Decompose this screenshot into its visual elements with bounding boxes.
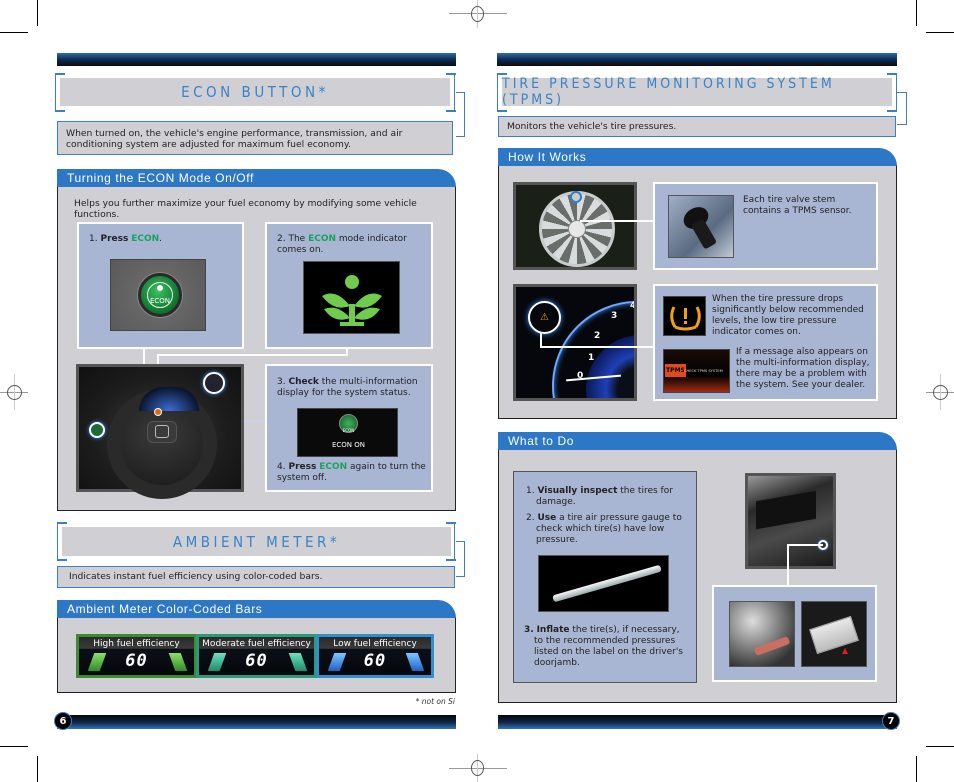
low-tire-pressure-icon <box>663 296 706 336</box>
econ-title: ECON BUTTON* <box>60 78 450 106</box>
ambient-title: AMBIENT METER* <box>62 527 451 556</box>
econ-keyword: ECON <box>308 234 336 244</box>
meter-moderate: Moderate fuel efficiency 60 <box>196 634 317 678</box>
tire-label-photo <box>801 601 867 667</box>
top-banner-left <box>57 53 456 66</box>
registration-mark <box>0 374 28 410</box>
econ-display-icon: ECON <box>339 414 358 433</box>
ambient-description: Indicates instant fuel efficiency using … <box>57 566 455 588</box>
label-photos-card <box>712 585 877 682</box>
crop-mark <box>37 0 38 26</box>
ambient-panel-heading: Ambient Meter Color-Coded Bars <box>57 600 456 618</box>
meter-low: Low fuel efficiency 60 <box>316 634 434 678</box>
tpms-title: TIRE PRESSURE MONITORING SYSTEM (TPMS) <box>502 76 892 108</box>
tpms-description: Monitors the vehicle's tire pressures. <box>498 116 896 137</box>
footnote: * not on Si <box>415 697 455 706</box>
indicator-card: When the tire pressure drops significant… <box>653 284 878 401</box>
econ-leaf-icon <box>322 275 382 326</box>
crop-mark <box>926 746 954 747</box>
bottom-banner-left <box>57 715 456 729</box>
valve-highlight-circle <box>570 191 582 203</box>
tire-inflation-photo <box>729 601 795 667</box>
indicator-text: When the tire pressure drops significant… <box>712 294 864 337</box>
sensor-text: Each tire valve stem contains a TPMS sen… <box>743 195 852 216</box>
registration-mark <box>449 754 507 782</box>
message-text: If a message also appears on the multi-i… <box>736 347 870 390</box>
tpms-highlight-circle: ⚠ <box>528 301 561 334</box>
econ-panel-intro: Helps you further maximize your fuel eco… <box>74 198 417 220</box>
crop-mark <box>0 32 28 33</box>
check-tpms-display: TPMS CHECK TPMS SYSTEM <box>663 349 730 393</box>
registration-mark <box>449 0 507 28</box>
step-number: 1. <box>89 234 98 244</box>
how-it-works-heading: How It Works <box>498 148 897 166</box>
page-number-left: 6 <box>54 712 72 730</box>
what-to-do-steps-card: 1. Visually inspect the tires for damage… <box>513 471 697 683</box>
valve-stem-photo <box>668 195 734 258</box>
crop-mark <box>0 746 28 747</box>
econ-step3-card: 3. Check the multi-information display f… <box>265 364 433 492</box>
multi-info-display: ECON ECON ON <box>297 408 398 457</box>
crop-mark <box>916 756 917 782</box>
page-number-right: 7 <box>882 712 900 730</box>
meter-high: High fuel efficiency 60 <box>76 634 197 678</box>
sensor-card: Each tire valve stem contains a TPMS sen… <box>653 182 878 270</box>
econ-step1-card: 1. Press ECON. ECON <box>77 222 244 349</box>
registration-mark <box>926 374 954 410</box>
econ-keyword: ECON <box>131 234 160 244</box>
crop-mark <box>37 756 38 782</box>
bottom-banner-right <box>498 715 897 729</box>
econ-button-icon: ECON <box>138 273 182 317</box>
econ-indicator-display <box>303 261 400 334</box>
econ-highlight-circle <box>89 422 105 438</box>
crop-mark <box>926 32 954 33</box>
top-banner-right <box>497 53 897 66</box>
car-door-photo <box>745 473 836 569</box>
honda-logo-icon <box>155 425 169 438</box>
gauge-photo: 4 3 2 1 0 ⚠ <box>513 284 637 401</box>
pressure-gauge-photo <box>538 555 669 612</box>
indicator-highlight-circle <box>154 408 162 416</box>
econ-on-text: ECON ON <box>331 441 366 449</box>
econ-step2-card: 2. The ECON mode indicator comes on. <box>265 222 433 349</box>
dashboard-photo <box>76 364 244 499</box>
what-to-do-heading: What to Do <box>498 432 897 450</box>
step-verb: Press <box>100 234 129 244</box>
ambient-meter-strip: High fuel efficiency 60 Moderate fuel ef… <box>76 634 434 681</box>
econ-description: When turned on, the vehicle's engine per… <box>57 121 453 155</box>
econ-panel-heading: Turning the ECON Mode On/Off <box>57 169 456 187</box>
econ-button-photo: ECON <box>110 259 206 331</box>
crop-mark <box>916 0 917 26</box>
display-highlight-circle <box>203 372 225 394</box>
wheel-photo <box>513 182 637 270</box>
